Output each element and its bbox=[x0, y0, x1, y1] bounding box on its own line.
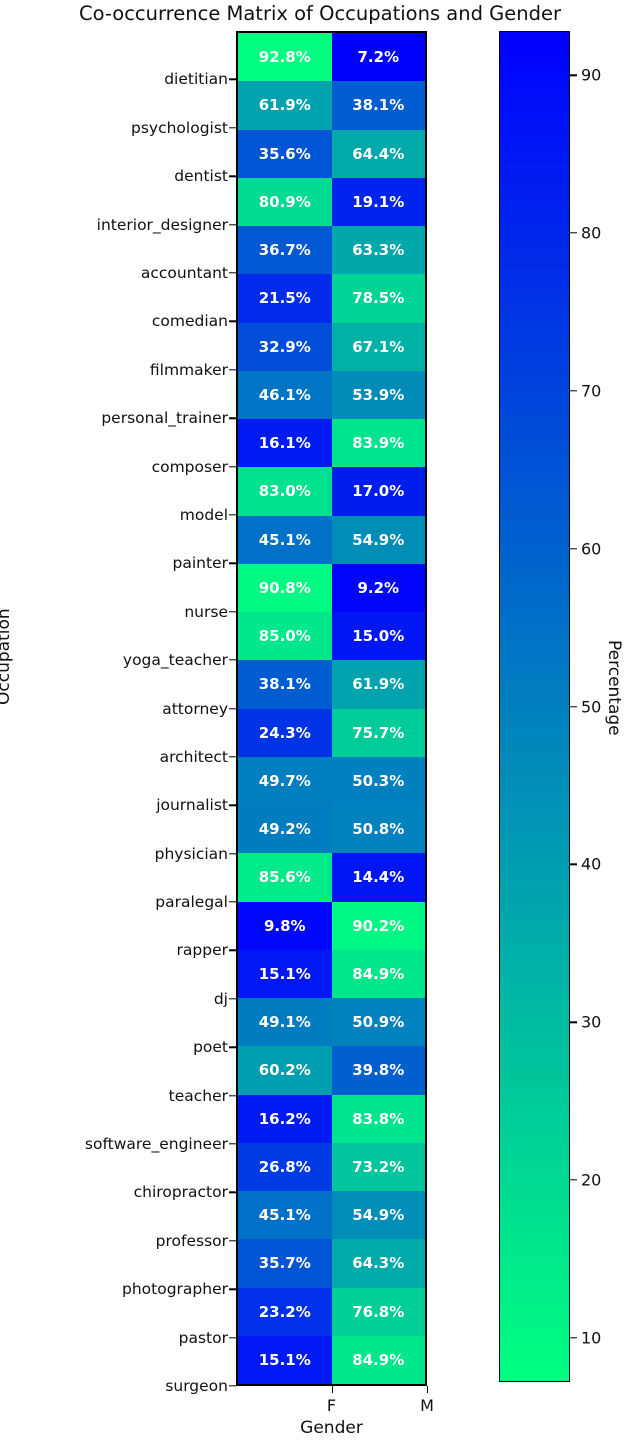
y-axis-tick-label: comedian bbox=[151, 312, 228, 331]
y-axis-tick-mark bbox=[229, 175, 236, 177]
colorbar-tick-label: 50 bbox=[581, 697, 602, 716]
y-axis-tick-mark bbox=[229, 756, 236, 758]
y-axis-tick-mark bbox=[229, 272, 236, 274]
colorbar-label: Percentage bbox=[604, 640, 624, 736]
colorbar-tick-label: 30 bbox=[581, 1012, 602, 1032]
y-axis-tick-mark bbox=[229, 901, 236, 903]
colorbar-tick-label: 90 bbox=[581, 65, 602, 85]
y-axis-tick-mark bbox=[229, 514, 236, 516]
colorbar-tick-mark bbox=[570, 390, 577, 392]
y-axis-tick-label: surgeon bbox=[165, 1377, 228, 1395]
colorbar-tick-mark bbox=[570, 863, 577, 866]
y-axis-tick-label: physician bbox=[154, 844, 228, 863]
x-axis-tick-mark bbox=[427, 1386, 429, 1393]
y-axis-tick-mark bbox=[229, 465, 236, 468]
y-axis-tick-label: architect bbox=[159, 747, 228, 766]
colorbar-tick-mark bbox=[570, 1179, 577, 1181]
y-axis-tick-mark bbox=[229, 949, 236, 952]
y-axis-tick-label: painter bbox=[172, 554, 228, 573]
y-axis-tick-mark bbox=[229, 562, 236, 565]
y-axis-tick-label: professor bbox=[155, 1231, 228, 1250]
x-axis-tick-label: M bbox=[420, 1396, 434, 1415]
y-axis-tick-label: photographer bbox=[122, 1280, 228, 1299]
y-axis-tick-label: personal_trainer bbox=[101, 409, 228, 428]
y-axis-tick-mark bbox=[229, 369, 236, 371]
y-axis-tick-label: poet bbox=[193, 1038, 228, 1057]
y-axis-tick-label: psychologist bbox=[130, 118, 228, 137]
y-axis-tick-mark bbox=[229, 1288, 236, 1290]
y-axis-tick-mark bbox=[229, 1094, 236, 1097]
y-axis-tick-label: attorney bbox=[162, 699, 228, 718]
colorbar-tick-label: 10 bbox=[581, 1328, 602, 1348]
colorbar-gradient bbox=[500, 32, 569, 1381]
y-axis-tick-label: rapper bbox=[176, 941, 228, 960]
y-axis-tick-mark bbox=[229, 223, 236, 226]
y-axis-label: Occupation bbox=[0, 608, 14, 705]
y-axis-tick-mark bbox=[229, 1385, 236, 1387]
y-axis-tick-mark bbox=[229, 1046, 236, 1048]
y-axis-tick-label: software_engineer bbox=[84, 1135, 228, 1154]
y-axis-tick-label: yoga_teacher bbox=[122, 651, 228, 670]
colorbar-tick-label: 60 bbox=[581, 539, 602, 559]
y-axis-tick-label: interior_designer bbox=[96, 215, 228, 234]
x-axis-label: Gender bbox=[300, 1418, 363, 1438]
y-axis-tick-label: dietitian bbox=[164, 70, 228, 89]
y-axis-tick-mark bbox=[229, 707, 236, 710]
y-axis-tick-label: paralegal bbox=[155, 893, 228, 912]
colorbar-tick-mark bbox=[570, 1337, 577, 1339]
x-axis-tick-mark bbox=[331, 1386, 333, 1393]
colorbar-tick-mark bbox=[570, 74, 577, 76]
y-axis-tick-mark bbox=[229, 320, 236, 323]
y-axis-tick-mark bbox=[229, 1240, 236, 1242]
colorbar-tick-label: 80 bbox=[581, 223, 602, 243]
colorbar-tick-label: 70 bbox=[581, 381, 602, 401]
chart-title: Co-occurrence Matrix of Occupations and … bbox=[78, 2, 562, 25]
y-axis-tick-label: chiropractor bbox=[133, 1183, 228, 1202]
y-axis-tick-label: pastor bbox=[178, 1328, 228, 1347]
y-axis-tick-label: dentist bbox=[174, 167, 228, 186]
colorbar-tick-label: 40 bbox=[581, 854, 602, 874]
colorbar-tick-mark bbox=[570, 1021, 577, 1023]
y-axis-tick-label: composer bbox=[151, 457, 228, 476]
y-axis-tick-label: filmmaker bbox=[149, 360, 228, 379]
y-axis-tick-label: teacher bbox=[168, 1086, 228, 1105]
colorbar-tick-mark bbox=[570, 547, 577, 550]
colorbar-tick-mark bbox=[570, 705, 577, 708]
y-axis-tick-mark bbox=[229, 1191, 236, 1194]
x-axis-tick-label: F bbox=[326, 1396, 337, 1415]
y-axis-tick-mark bbox=[229, 852, 236, 855]
y-axis-tick-mark bbox=[229, 1143, 236, 1145]
y-axis-tick-label: accountant bbox=[140, 263, 228, 282]
y-axis-tick-mark bbox=[229, 611, 236, 613]
y-axis-tick-mark bbox=[229, 659, 236, 661]
y-axis-tick-mark bbox=[229, 127, 236, 129]
y-axis-tick-label: nurse bbox=[184, 602, 228, 621]
y-axis-tick-mark bbox=[229, 804, 236, 806]
y-axis-tick-label: dj bbox=[213, 989, 228, 1008]
y-axis-tick-mark bbox=[229, 998, 236, 1000]
colorbar-tick-mark bbox=[570, 232, 577, 234]
y-axis-tick-mark bbox=[229, 78, 236, 81]
colorbar bbox=[499, 31, 570, 1382]
y-axis-tick-label: model bbox=[179, 505, 228, 524]
y-axis-tick-mark bbox=[229, 417, 236, 419]
y-axis-tick-mark bbox=[229, 1336, 236, 1339]
colorbar-tick-label: 20 bbox=[581, 1170, 602, 1190]
y-axis-tick-label: journalist bbox=[156, 796, 228, 815]
